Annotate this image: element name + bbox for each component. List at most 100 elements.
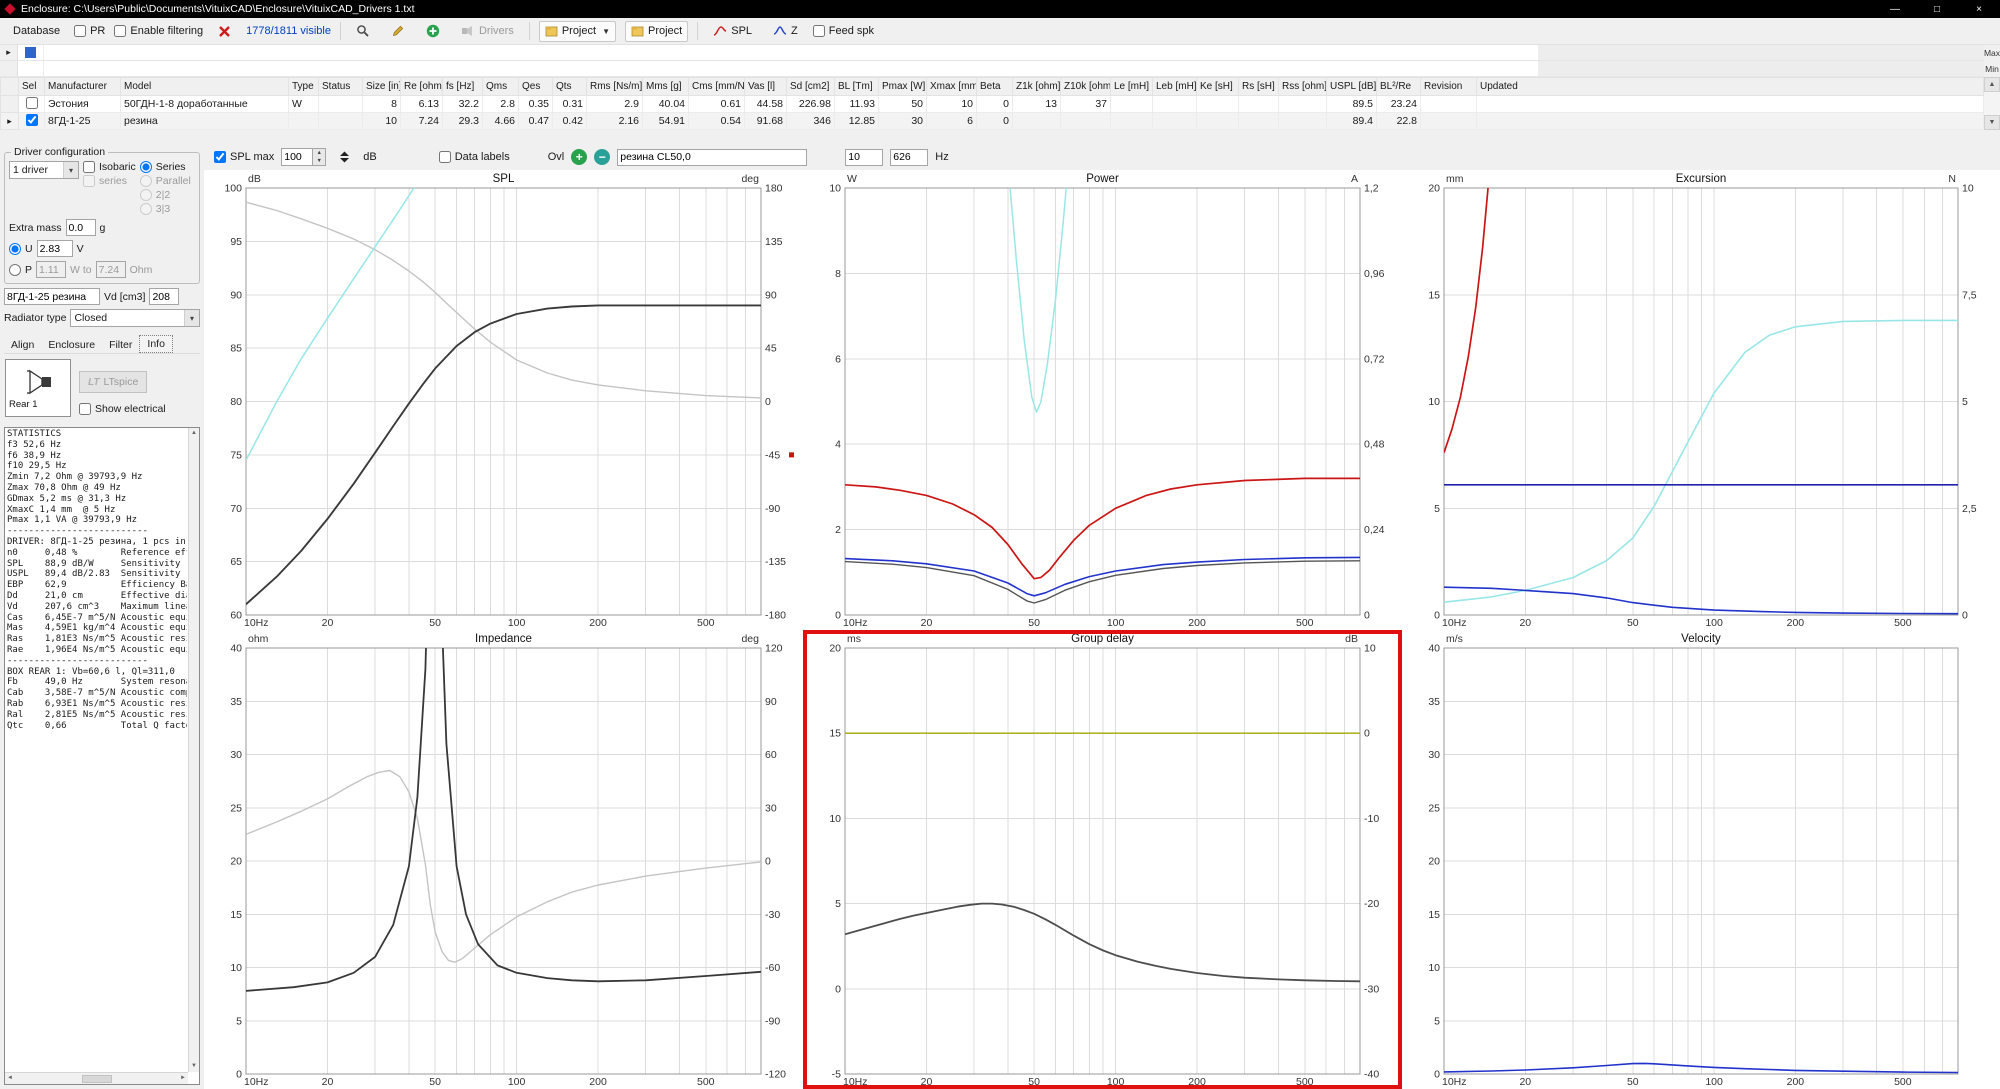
column-header[interactable]: Le [mH] <box>1111 78 1153 96</box>
table-cell[interactable] <box>289 113 319 130</box>
table-cell[interactable]: 7.24 <box>401 113 443 130</box>
overlay-name-input[interactable] <box>617 149 807 166</box>
column-header[interactable]: Rms [Ns/m] <box>587 78 643 96</box>
stats-vertical-scrollbar[interactable]: ▲▼ <box>188 428 199 1072</box>
table-cell[interactable] <box>1197 113 1239 130</box>
table-cell[interactable]: 226.98 <box>787 96 835 113</box>
row-select-cell[interactable] <box>19 96 45 113</box>
table-cell[interactable] <box>1013 113 1061 130</box>
table-cell[interactable]: 13 <box>1013 96 1061 113</box>
table-cell[interactable]: 0.61 <box>689 96 745 113</box>
table-cell[interactable]: 0 <box>977 96 1013 113</box>
table-cell[interactable]: 44.58 <box>745 96 787 113</box>
table-cell[interactable]: 37 <box>1061 96 1111 113</box>
table-cell[interactable]: 32.2 <box>443 96 483 113</box>
table-cell[interactable]: Эстония <box>45 96 121 113</box>
column-header[interactable]: fs [Hz] <box>443 78 483 96</box>
column-header[interactable]: Revision <box>1421 78 1477 96</box>
filter-sel-cell[interactable] <box>18 61 44 76</box>
table-cell[interactable] <box>1477 96 1984 113</box>
row-select-checkbox[interactable] <box>26 114 38 126</box>
maximize-button[interactable]: □ <box>1916 0 1958 18</box>
column-header[interactable]: Size [in] <box>363 78 401 96</box>
add-button[interactable] <box>420 21 446 42</box>
power-radio-input[interactable] <box>9 264 21 276</box>
chart-spl[interactable]: 100959085807570656018013590450-45-90-135… <box>204 170 803 630</box>
enclosure-image[interactable]: Rear 1 <box>5 359 71 417</box>
row-select-checkbox[interactable] <box>26 97 38 109</box>
table-cell[interactable]: 10 <box>363 113 401 130</box>
table-row[interactable]: Эстония50ГДН-1-8 доработанныеW86.1332.22… <box>1 96 1984 113</box>
table-cell[interactable]: 6.13 <box>401 96 443 113</box>
spl-max-checkbox[interactable]: SPL max <box>214 151 274 163</box>
column-header[interactable]: Ke [sH] <box>1197 78 1239 96</box>
column-header[interactable]: Xmax [mm] <box>927 78 977 96</box>
spin-up-icon[interactable]: ▲ <box>313 149 325 157</box>
column-header[interactable]: Manufacturer <box>45 78 121 96</box>
spl-max-input[interactable] <box>281 148 313 166</box>
freq-to-input[interactable] <box>890 149 928 166</box>
table-cell[interactable]: 0.35 <box>519 96 553 113</box>
table-cell[interactable]: 346 <box>787 113 835 130</box>
tab-align[interactable]: Align <box>4 337 41 353</box>
show-electrical-input[interactable] <box>79 403 91 415</box>
table-cell[interactable]: W <box>289 96 319 113</box>
voltage-radio-input[interactable] <box>9 243 21 255</box>
table-cell[interactable]: 8ГД-1-25 <box>45 113 121 130</box>
chart-group-delay[interactable]: 20151050-5100-10-20-30-4010Hz20501002005… <box>803 630 1402 1089</box>
row-select-cell[interactable] <box>19 113 45 130</box>
z-export-button[interactable]: Z <box>767 21 804 42</box>
table-cell[interactable]: 10 <box>927 96 977 113</box>
table-cell[interactable]: 91.68 <box>745 113 787 130</box>
voltage-radio[interactable]: U <box>9 243 33 255</box>
power-radio[interactable]: P <box>9 264 32 276</box>
table-cell[interactable]: 6 <box>927 113 977 130</box>
series-radio-input[interactable] <box>140 161 152 173</box>
minimize-button[interactable]: — <box>1874 0 1916 18</box>
column-header[interactable]: Pmax [W] <box>879 78 927 96</box>
spl-export-button[interactable]: SPL <box>707 21 758 42</box>
table-cell[interactable]: 0.42 <box>553 113 587 130</box>
column-header[interactable]: BL²/Re <box>1377 78 1421 96</box>
column-header[interactable]: Status <box>319 78 363 96</box>
chart-excursion[interactable]: 20151050107,552,5010Hz2050100200500Excur… <box>1402 170 2000 630</box>
filter-max-field[interactable] <box>44 45 1984 60</box>
table-cell[interactable]: 8 <box>363 96 401 113</box>
table-cell[interactable]: 23.24 <box>1377 96 1421 113</box>
column-header[interactable]: Mms [g] <box>643 78 689 96</box>
vd-input[interactable] <box>149 288 179 305</box>
table-cell[interactable]: 89.4 <box>1327 113 1377 130</box>
table-cell[interactable]: 12.85 <box>835 113 879 130</box>
filter-sel-cell[interactable] <box>18 45 44 60</box>
table-cell[interactable] <box>319 113 363 130</box>
table-cell[interactable]: 4.66 <box>483 113 519 130</box>
table-cell[interactable] <box>1279 113 1327 130</box>
drivers-button[interactable]: Drivers <box>455 21 520 42</box>
column-header[interactable]: Sd [cm2] <box>787 78 835 96</box>
search-button[interactable] <box>350 21 376 42</box>
column-header[interactable]: Beta <box>977 78 1013 96</box>
scroll-right-icon[interactable]: ► <box>180 1073 186 1084</box>
pr-checkbox[interactable]: PR <box>74 25 105 37</box>
database-menu[interactable]: Database <box>8 23 65 39</box>
table-cell[interactable] <box>1421 96 1477 113</box>
tab-filter[interactable]: Filter <box>102 337 139 353</box>
chart-power[interactable]: 10864201,20,960,720,480,24010Hz205010020… <box>803 170 1402 630</box>
column-header[interactable]: Leb [mH] <box>1153 78 1197 96</box>
radiator-type-select[interactable]: Closed ▾ <box>70 309 200 327</box>
table-cell[interactable] <box>1061 113 1111 130</box>
data-labels-checkbox[interactable]: Data labels <box>439 151 510 163</box>
enable-filtering-input[interactable] <box>114 25 126 37</box>
table-scrollbar-track[interactable] <box>1984 92 2000 115</box>
table-cell[interactable]: 2.8 <box>483 96 519 113</box>
scroll-up-icon[interactable]: ▲ <box>191 428 197 439</box>
series-radio[interactable]: Series <box>140 161 191 173</box>
column-header[interactable]: Qts <box>553 78 587 96</box>
table-cell[interactable]: 50ГДН-1-8 доработанные <box>121 96 289 113</box>
edit-button[interactable] <box>385 21 411 42</box>
table-cell[interactable] <box>319 96 363 113</box>
remove-overlay-button[interactable]: − <box>594 149 610 165</box>
filter-row-max[interactable]: ▸ <box>0 45 1984 61</box>
scroll-down-icon[interactable]: ▼ <box>191 1061 197 1072</box>
project-open-button[interactable]: Project <box>625 21 688 42</box>
